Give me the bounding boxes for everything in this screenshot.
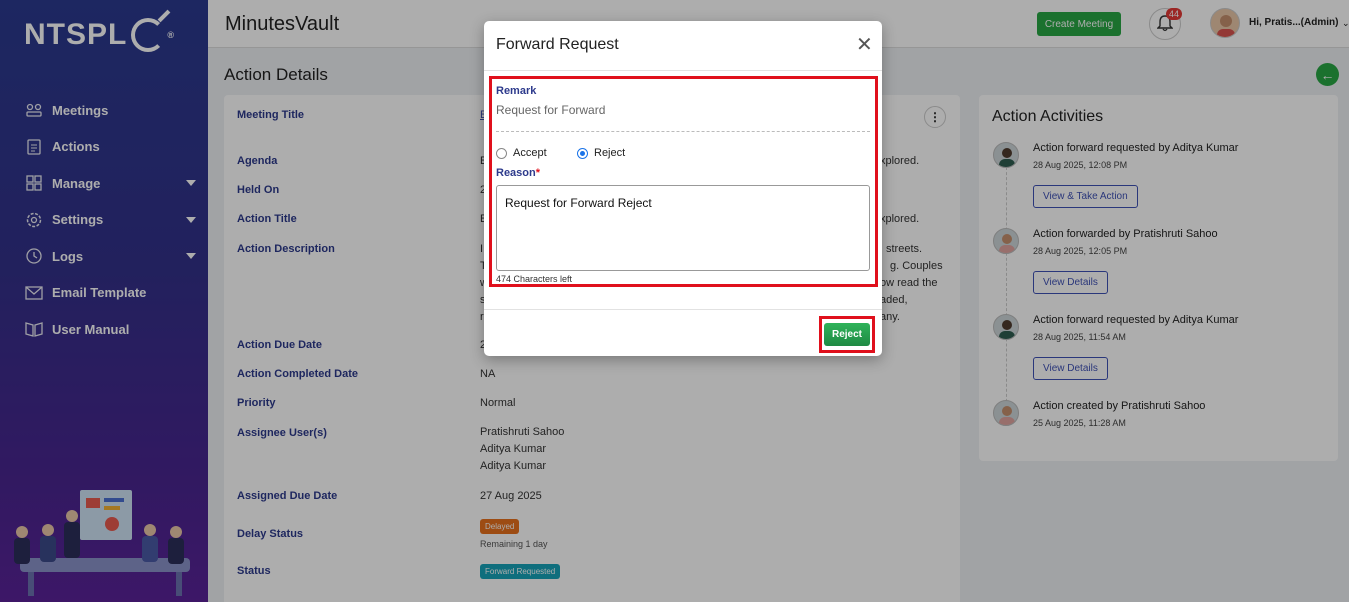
reason-label: Reason* xyxy=(496,167,541,179)
reject-submit-button[interactable]: Reject xyxy=(824,323,870,346)
accept-radio[interactable]: Accept xyxy=(496,147,547,159)
remark-label: Remark xyxy=(496,85,537,97)
modal-title: Forward Request xyxy=(496,36,619,53)
remark-value: Request for Forward xyxy=(496,103,606,117)
characters-left: 474 Characters left xyxy=(496,274,573,284)
forward-request-modal: Forward Request ✕ Remark Request for For… xyxy=(484,21,882,356)
reason-textarea[interactable]: Request for Forward Reject xyxy=(496,185,870,271)
required-marker: * xyxy=(535,167,541,179)
radio-checked-icon xyxy=(577,147,588,159)
close-icon[interactable]: ✕ xyxy=(856,35,873,55)
radio-unchecked-icon xyxy=(496,147,507,159)
reject-label: Reject xyxy=(594,147,626,159)
accept-label: Accept xyxy=(513,147,547,159)
divider xyxy=(484,70,882,71)
divider xyxy=(484,309,882,310)
divider xyxy=(496,131,870,132)
reject-radio[interactable]: Reject xyxy=(577,147,625,159)
